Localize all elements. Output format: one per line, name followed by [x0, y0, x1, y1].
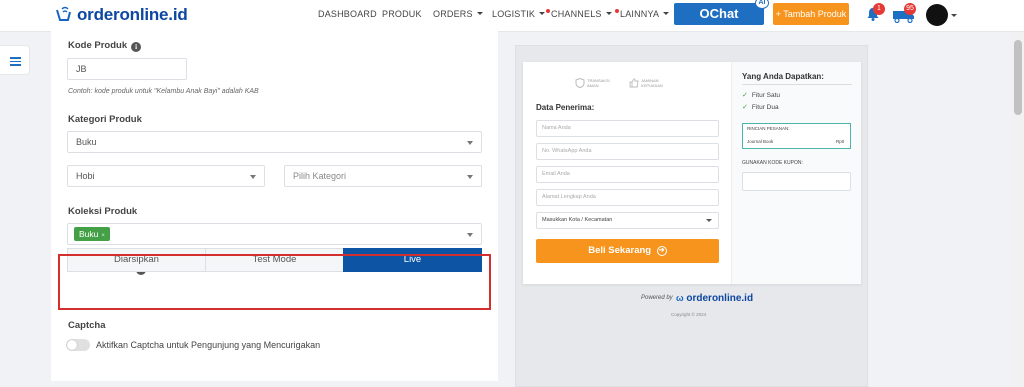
- kupon-label: GUNAKAN KODE KUPON:: [742, 160, 803, 166]
- nav-lainnya[interactable]: LAINNYA: [615, 9, 670, 19]
- notification-badge: 1: [873, 3, 885, 15]
- item-name: Journal Book: [747, 139, 774, 144]
- shield-icon: [575, 78, 585, 88]
- nav-channels[interactable]: CHANNELS: [546, 9, 612, 19]
- trust-badge-satisfaction: JAMINAN KEPUASAN: [641, 78, 663, 88]
- koleksi-produk-label: Koleksi Produk: [68, 206, 138, 217]
- subkategori-select[interactable]: Hobi: [67, 165, 265, 187]
- nav-produk[interactable]: PRODUK: [382, 9, 422, 19]
- nama-input[interactable]: Nama Anda: [536, 120, 719, 137]
- captcha-toggle-label: Aktifkan Captcha untuk Pengunjung yang M…: [96, 340, 321, 350]
- copyright-text: Copyright © 2024: [671, 312, 707, 317]
- captcha-label: Captcha: [68, 320, 106, 331]
- feature-item: ✓ Fitur Dua: [742, 104, 779, 111]
- feature-item: ✓ Fitur Satu: [742, 92, 781, 99]
- yang-anda-dapatkan-label: Yang Anda Dapatkan:: [742, 72, 824, 81]
- chevron-down-icon: [467, 175, 473, 179]
- scrollbar-thumb[interactable]: [1014, 40, 1022, 115]
- chevron-down-icon: [663, 12, 670, 15]
- notification-dot: [546, 9, 550, 13]
- captcha-toggle[interactable]: [66, 339, 90, 351]
- email-input[interactable]: Email Anda: [536, 166, 719, 183]
- chevron-down-icon: [476, 12, 483, 15]
- kode-produk-label: Kode Produk i: [68, 40, 142, 52]
- menu-icon: [10, 57, 21, 59]
- logo-icon: [56, 6, 71, 21]
- chevron-down-icon: [467, 233, 473, 237]
- divider: [742, 84, 852, 85]
- nav-orders[interactable]: ORDERS: [433, 9, 483, 19]
- sidebar-toggle-button[interactable]: [0, 45, 30, 75]
- chevron-down-icon: [250, 175, 256, 179]
- top-navbar: orderonline.id DASHBOARD PRODUK ORDERS L…: [0, 0, 1024, 32]
- avatar[interactable]: [926, 4, 948, 26]
- powered-by-label: Powered by: [641, 295, 673, 301]
- menu-icon-line: [10, 64, 21, 66]
- ochat-button[interactable]: OChat: [674, 3, 764, 25]
- check-icon: ✓: [742, 104, 748, 111]
- add-product-button[interactable]: + Tambah Produk: [773, 3, 849, 25]
- powered-by-logo: ω orderonline.id: [676, 293, 754, 304]
- data-penerima-label: Data Penerima:: [536, 103, 595, 112]
- kategori-produk-label: Kategori Produk: [68, 114, 142, 125]
- pilih-kategori-select[interactable]: Pilih Kategori: [284, 165, 482, 187]
- item-price: Rp0: [836, 139, 845, 144]
- rincian-pesanan-label: RINCIAN PESANAN:: [747, 126, 790, 131]
- brand-name: orderonline.id: [77, 5, 188, 24]
- whatsapp-input[interactable]: No. WhatsApp Anda: [536, 143, 719, 160]
- shipping-badge: 95: [904, 3, 916, 15]
- collection-tag: Buku ×: [74, 227, 110, 241]
- chevron-down-icon: [706, 219, 712, 222]
- kode-produk-hint: Contoh: kode produk untuk "Kelambu Anak …: [68, 88, 259, 95]
- kode-produk-input[interactable]: JB: [67, 58, 187, 80]
- trust-badge-secure: TRANSAKSI AMAN: [587, 78, 610, 88]
- thumbs-up-icon: [629, 78, 639, 88]
- status-highlight-box: [58, 254, 491, 310]
- ai-badge: AI: [755, 0, 769, 9]
- info-icon[interactable]: i: [131, 42, 142, 52]
- menu-icon-line: [10, 60, 21, 62]
- alamat-input[interactable]: Alamat Lengkap Anda: [536, 189, 719, 206]
- chevron-down-icon: [467, 141, 473, 145]
- chevron-down-icon: [605, 12, 612, 15]
- koleksi-select[interactable]: Buku ×: [67, 223, 482, 245]
- brand-logo[interactable]: orderonline.id: [54, 5, 188, 25]
- chevron-down-icon[interactable]: [951, 14, 957, 17]
- check-icon: ✓: [742, 92, 748, 99]
- kupon-input[interactable]: [742, 172, 851, 191]
- notification-dot: [615, 9, 619, 13]
- chevron-down-icon: [539, 12, 546, 15]
- beli-sekarang-button[interactable]: Beli Sekarang ➔: [536, 239, 719, 263]
- close-icon[interactable]: ×: [101, 233, 105, 239]
- kategori-select[interactable]: Buku: [67, 131, 482, 153]
- arrow-right-circle-icon: ➔: [656, 246, 667, 256]
- kota-select[interactable]: Masukkan Kota / Kecamatan: [536, 212, 719, 229]
- nav-logistik[interactable]: LOGISTIK: [492, 9, 546, 19]
- logo-icon: ω: [676, 293, 684, 303]
- nav-dashboard[interactable]: DASHBOARD: [318, 9, 377, 19]
